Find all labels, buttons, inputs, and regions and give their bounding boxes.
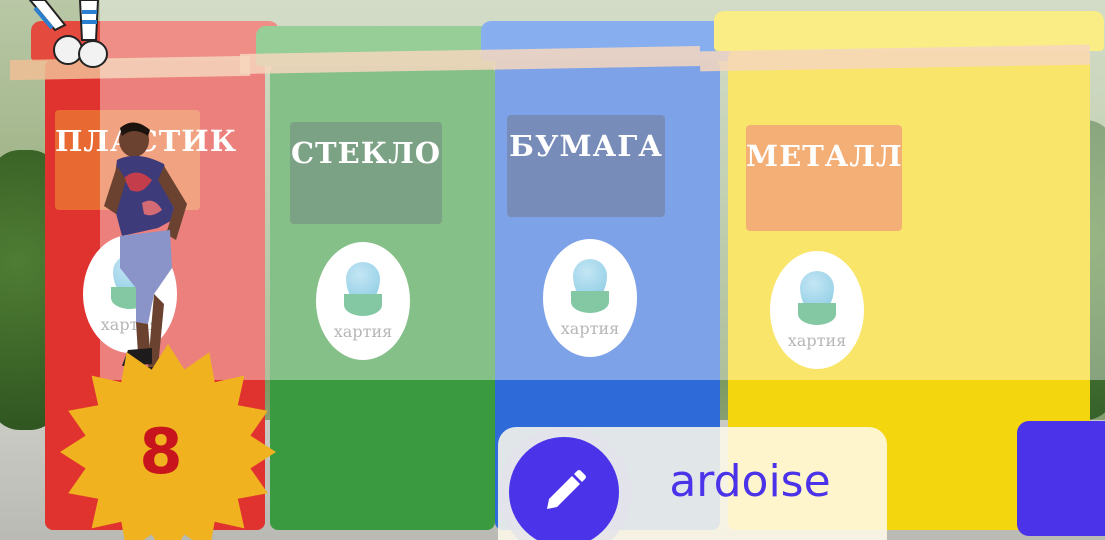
frosted-overlay: [100, 0, 1105, 380]
background-scene: ПЛАСТИК хартия СТЕКЛО хартия БУМАГА харт…: [0, 0, 1105, 540]
edit-button[interactable]: [509, 437, 619, 540]
pencil-icon: [547, 470, 586, 509]
cartoon-legs: [28, 0, 108, 68]
target-word: ardoise: [669, 456, 831, 507]
next-button[interactable]: [1017, 421, 1105, 536]
level-number: 8: [139, 415, 183, 488]
